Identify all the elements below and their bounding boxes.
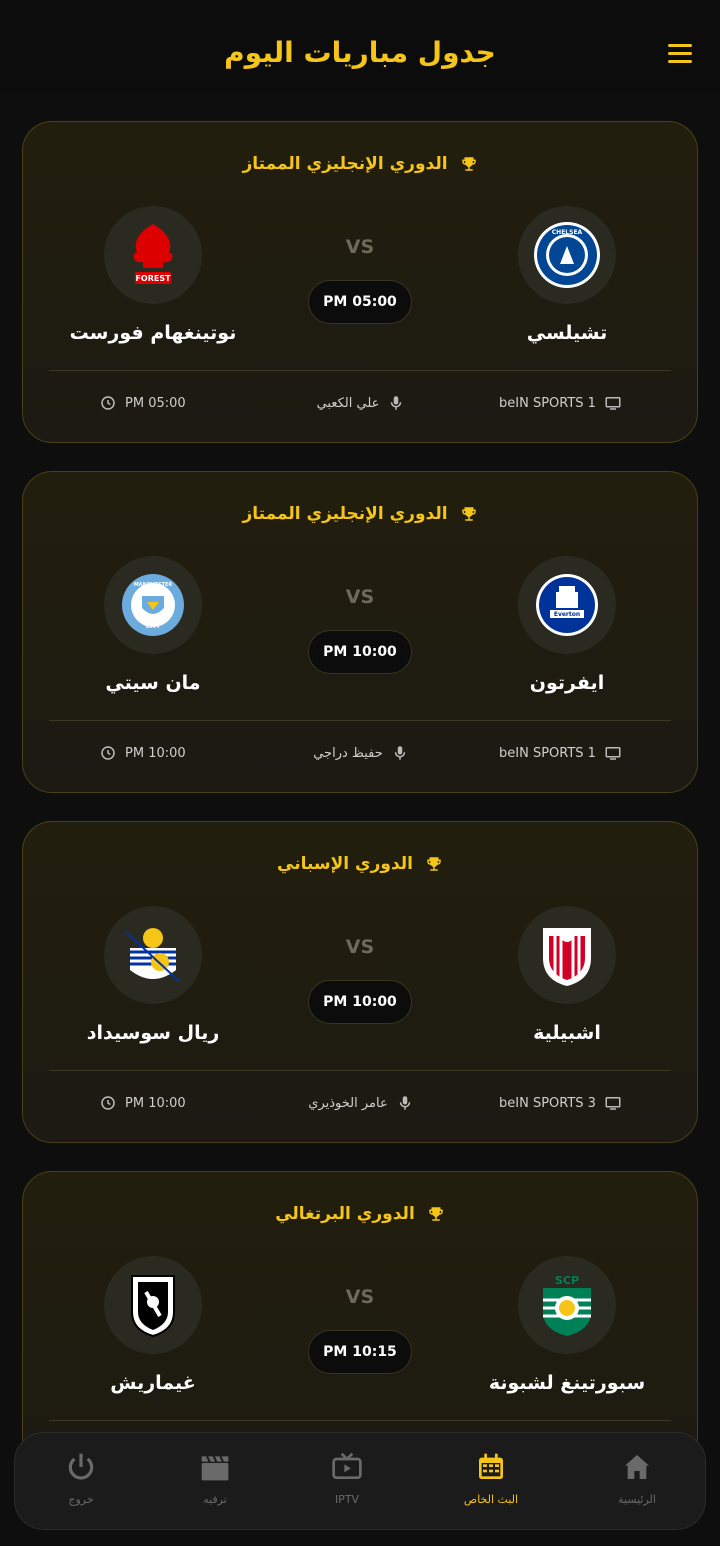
svg-text:Everton: Everton — [554, 611, 580, 618]
kickoff-time: PM 05:00 — [125, 395, 186, 411]
tv-icon — [332, 1452, 362, 1479]
away-team-name: نوتينغهام فورست — [69, 322, 237, 344]
clock-icon — [101, 1096, 115, 1110]
home-team-name: سبورتينغ لشبونة — [488, 1372, 646, 1394]
divider — [49, 1070, 671, 1071]
home-team-name: اشبيلية — [533, 1022, 601, 1044]
microphone-icon — [399, 1096, 410, 1110]
channel-info: beIN SPORTS 1 — [499, 744, 622, 762]
kickoff-info: PM 05:00 — [99, 394, 186, 412]
league-header: الدوري الإنجليزي الممتاز — [23, 504, 697, 524]
svg-text:MANCHESTER: MANCHESTER — [134, 582, 173, 588]
league-header: الدوري الإنجليزي الممتاز — [23, 154, 697, 174]
away-team[interactable]: غيماريش — [43, 1256, 263, 1394]
match-time-pill: PM 10:15 — [308, 1330, 412, 1374]
match-card[interactable]: الدوري الإنجليزي الممتاز Everton ايفرتون… — [22, 471, 698, 793]
trophy-icon — [461, 157, 476, 171]
league-name: الدوري الإنجليزي الممتاز — [242, 504, 448, 524]
away-team-name: ريال سوسيداد — [86, 1022, 220, 1044]
nav-label-exit: خروج — [68, 1493, 94, 1506]
league-name: الدوري الإسباني — [277, 854, 413, 874]
match-card[interactable]: الدوري الإسباني اشبيلية VS PM 10:00 ريال… — [22, 821, 698, 1143]
home-team-name: ايفرتون — [529, 672, 605, 694]
kickoff-time: PM 10:00 — [125, 1095, 186, 1111]
calendar-icon — [479, 1453, 503, 1479]
channel-name: beIN SPORTS 3 — [499, 1095, 596, 1111]
league-name: الدوري البرتغالي — [275, 1204, 415, 1224]
divider — [49, 1420, 671, 1421]
nav-item-home[interactable]: الرئيسية — [587, 1451, 687, 1506]
clock-icon — [101, 746, 115, 760]
nav-label-live: البث الخاص — [463, 1493, 519, 1506]
match-time-pill: PM 10:00 — [308, 630, 412, 674]
tv-icon — [605, 747, 621, 760]
tv-icon — [605, 1097, 621, 1110]
svg-text:FOREST: FOREST — [135, 274, 171, 283]
nav-label-home: الرئيسية — [618, 1493, 656, 1506]
home-team[interactable]: CHELSEA تشيلسي — [457, 206, 677, 344]
away-team[interactable]: ريال سوسيداد — [43, 906, 263, 1044]
home-team-name: تشيلسي — [526, 322, 608, 344]
nav-item-exit[interactable]: خروج — [31, 1451, 131, 1506]
commentator-name: عامر الخوذيري — [308, 1095, 388, 1111]
svg-text:CITY: CITY — [145, 623, 161, 630]
nav-item-iptv[interactable]: IPTV — [297, 1451, 397, 1506]
commentator-name: حفيظ دراجي — [313, 745, 383, 761]
league-name: الدوري الإنجليزي الممتاز — [242, 154, 448, 174]
page-title: جدول مباريات اليوم — [224, 36, 496, 69]
league-header: الدوري الإسباني — [23, 854, 697, 874]
microphone-icon — [394, 746, 406, 760]
commentator-name: علي الكعبي — [316, 395, 380, 411]
nav-label-iptv: IPTV — [334, 1493, 360, 1506]
commentator-info: عامر الخوذيري — [291, 1094, 431, 1112]
match-time-pill: PM 05:00 — [308, 280, 412, 324]
trophy-icon — [461, 507, 476, 521]
home-team[interactable]: Everton ايفرتون — [457, 556, 677, 694]
kickoff-info: PM 10:00 — [99, 1094, 186, 1112]
microphone-icon — [391, 396, 402, 410]
divider — [49, 370, 671, 371]
kickoff-time: PM 10:00 — [125, 745, 186, 761]
away-team-name: غيماريش — [110, 1372, 196, 1394]
commentator-info: حفيظ دراجي — [291, 744, 431, 762]
clock-icon — [101, 396, 115, 410]
manchester-city-logo: MANCHESTER CITY — [104, 556, 202, 654]
hamburger-menu-icon[interactable] — [668, 44, 696, 68]
bottom-navigation: الرئيسية البث الخاص IPTV ترفيه خروج — [14, 1432, 706, 1530]
away-team-name: مان سيتي — [105, 672, 201, 694]
channel-name: beIN SPORTS 1 — [499, 745, 596, 761]
match-time-pill: PM 10:00 — [308, 980, 412, 1024]
clapperboard-icon — [201, 1455, 229, 1481]
match-card[interactable]: الدوري الإنجليزي الممتاز CHELSEA تشيلسي … — [22, 121, 698, 443]
home-team[interactable]: SCP سبورتينغ لشبونة — [457, 1256, 677, 1394]
vitoria-guimaraes-logo — [104, 1256, 202, 1354]
home-team[interactable]: اشبيلية — [457, 906, 677, 1044]
away-team[interactable]: MANCHESTER CITY مان سيتي — [43, 556, 263, 694]
channel-info: beIN SPORTS 3 — [499, 1094, 622, 1112]
nav-item-entertainment[interactable]: ترفيه — [165, 1451, 265, 1506]
league-header: الدوري البرتغالي — [23, 1204, 697, 1224]
nottingham-forest-logo: FOREST — [104, 206, 202, 304]
commentator-info: علي الكعبي — [291, 394, 431, 412]
nav-item-live[interactable]: البث الخاص — [441, 1451, 541, 1506]
trophy-icon — [429, 1207, 443, 1221]
channel-name: beIN SPORTS 1 — [499, 395, 596, 411]
away-team[interactable]: FOREST نوتينغهام فورست — [43, 206, 263, 344]
svg-text:CHELSEA: CHELSEA — [552, 229, 583, 236]
channel-info: beIN SPORTS 1 — [499, 394, 622, 412]
divider — [49, 720, 671, 721]
tv-icon — [605, 397, 621, 410]
kickoff-info: PM 10:00 — [99, 744, 186, 762]
nav-label-entertainment: ترفيه — [203, 1493, 227, 1506]
real-sociedad-logo — [104, 906, 202, 1004]
trophy-icon — [427, 857, 441, 871]
home-icon — [625, 1455, 649, 1479]
top-bar: جدول مباريات اليوم — [0, 0, 720, 94]
power-icon — [68, 1453, 94, 1480]
